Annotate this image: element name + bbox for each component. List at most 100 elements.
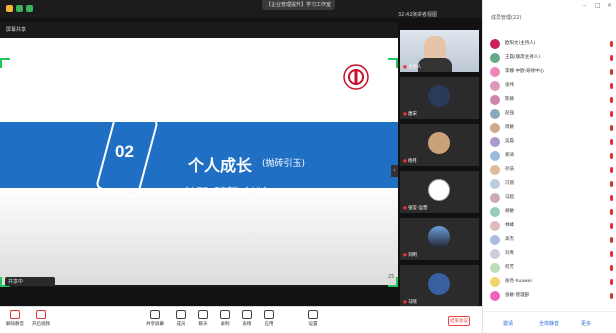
panel-header: – □ × 成员管理(22) xyxy=(483,0,616,24)
mic-muted-icon[interactable] xyxy=(610,41,613,47)
avatar xyxy=(490,109,500,119)
avatar xyxy=(490,39,500,49)
slide-subtitle: (抛砖引玉) xyxy=(262,159,306,169)
avatar xyxy=(428,273,450,295)
apps-button[interactable]: 应用 xyxy=(256,310,282,327)
avatar xyxy=(428,85,450,107)
sharing-indicator[interactable]: 共享中 xyxy=(5,277,55,286)
avatar xyxy=(490,263,500,273)
participant-name: 张伟 xyxy=(505,83,514,88)
smile-icon xyxy=(242,310,252,319)
avatar xyxy=(490,221,500,231)
top-bar: 【企业管理提升】学习工作室 32:42 演讲者视图 xyxy=(0,0,482,18)
view-toggle[interactable]: 演讲者视图 xyxy=(412,11,437,18)
avatar xyxy=(490,67,500,77)
mic-muted-icon[interactable] xyxy=(610,153,613,159)
signal-icon xyxy=(26,5,33,12)
video-button[interactable]: 开启视频 xyxy=(28,310,54,327)
mic-muted-icon: ● xyxy=(403,300,407,305)
participant-name: 郑涛 xyxy=(505,153,514,158)
gear-icon xyxy=(308,310,318,319)
video-tile[interactable]: ●杨月 xyxy=(400,124,479,166)
mic-muted-icon[interactable] xyxy=(610,167,613,173)
participant-name: 何芳 xyxy=(505,265,514,270)
mic-muted-icon[interactable] xyxy=(610,223,613,229)
settings-button[interactable]: 设置 xyxy=(300,310,326,327)
mic-muted-icon[interactable] xyxy=(610,251,613,257)
invite-button[interactable]: 邀请 xyxy=(503,320,513,327)
participant-name: 周敏 xyxy=(505,125,514,130)
participants-panel: – □ × 成员管理(22) 欧阳文(主持人) 王磊(联席主持人) 李娜-中欧-研修… xyxy=(482,0,616,333)
info-icon[interactable] xyxy=(6,5,13,12)
avatar xyxy=(428,132,450,154)
share-border-corner xyxy=(388,58,398,68)
video-tile[interactable]: ●主持人 xyxy=(400,30,479,72)
avatar xyxy=(428,179,450,201)
button-label: 解除静音 xyxy=(6,322,24,327)
participant-name: 刘青 xyxy=(505,251,514,256)
record-icon xyxy=(220,310,230,319)
participant-name: 高杰 xyxy=(505,237,514,242)
participant-name: 林峰 xyxy=(505,223,514,228)
collapse-arrow-icon[interactable]: › xyxy=(391,165,398,177)
end-meeting-button[interactable]: 结束会议 xyxy=(448,316,470,326)
mic-muted-icon[interactable] xyxy=(610,265,613,271)
minimize-icon[interactable]: – xyxy=(583,2,586,9)
mic-muted-icon: ● xyxy=(403,159,407,164)
mic-muted-icon[interactable] xyxy=(610,279,613,285)
company-seal-logo xyxy=(343,64,369,90)
participant-name: 王磊(联席主持人) xyxy=(505,55,541,60)
avatar xyxy=(490,123,500,133)
apps-icon xyxy=(264,310,274,319)
maximize-icon[interactable]: □ xyxy=(595,2,601,9)
camera-off-icon xyxy=(36,310,46,319)
video-tile[interactable]: ●马晓 xyxy=(400,265,479,307)
mic-muted-icon[interactable] xyxy=(610,195,613,201)
avatar xyxy=(490,165,500,175)
participant-name: 欧阳文(主持人) xyxy=(505,41,536,46)
participant-name: 张敏-管理部 xyxy=(505,293,530,298)
button-label: 应用 xyxy=(264,322,274,327)
mute-button[interactable]: 解除静音 xyxy=(2,310,28,327)
avatar xyxy=(490,179,500,189)
slide-title: 个人成长 xyxy=(188,156,253,175)
share-label: 屏幕共享 xyxy=(6,27,27,33)
tile-name: 主持人 xyxy=(407,65,422,70)
avatar xyxy=(490,53,500,63)
video-tile[interactable]: ●刘明 xyxy=(400,218,479,260)
close-icon[interactable]: × xyxy=(607,2,612,9)
meeting-title: 【企业管理提升】学习工作室 xyxy=(262,0,336,10)
participant-name: 陈静 xyxy=(505,97,514,102)
meeting-clock: 32:42 xyxy=(398,12,413,18)
mic-muted-icon[interactable] xyxy=(610,209,613,215)
shield-icon[interactable] xyxy=(16,5,23,12)
tile-name: 杨月 xyxy=(407,159,417,164)
button-label: 录制 xyxy=(220,322,230,327)
mic-muted-icon[interactable] xyxy=(610,97,613,103)
participant-name: 徐亮-huawei xyxy=(505,279,532,284)
avatar xyxy=(490,193,500,203)
participant-row[interactable]: 张敏-管理部 xyxy=(483,288,616,304)
avatar xyxy=(490,207,500,217)
mic-icon: ● xyxy=(403,65,407,70)
mute-all-button[interactable]: 全体静音 xyxy=(539,320,559,327)
avatar xyxy=(490,151,500,161)
mic-muted-icon[interactable] xyxy=(610,69,613,75)
participant-name: 吴磊 xyxy=(505,139,514,144)
share-screen-button[interactable]: 共享屏幕 xyxy=(142,310,168,327)
more-button[interactable]: 更多 xyxy=(581,320,591,327)
video-tile[interactable]: ●唐宋 xyxy=(400,77,479,119)
mic-muted-icon[interactable] xyxy=(610,111,613,117)
mic-muted-icon[interactable] xyxy=(610,293,613,299)
meeting-window: 【企业管理提升】学习工作室 32:42 演讲者视图 屏幕共享 02 个人成长 (… xyxy=(0,0,616,333)
avatar xyxy=(490,277,500,287)
mic-muted-icon[interactable] xyxy=(610,181,613,187)
mic-muted-icon[interactable] xyxy=(610,139,613,145)
mic-muted-icon[interactable] xyxy=(610,237,613,243)
video-tile[interactable]: ●张莹-运营 xyxy=(400,171,479,213)
mic-muted-icon[interactable] xyxy=(610,55,613,61)
mic-muted-icon[interactable] xyxy=(610,125,613,131)
share-border-corner xyxy=(0,58,10,68)
mic-muted-icon[interactable] xyxy=(610,83,613,89)
avatar xyxy=(490,249,500,259)
